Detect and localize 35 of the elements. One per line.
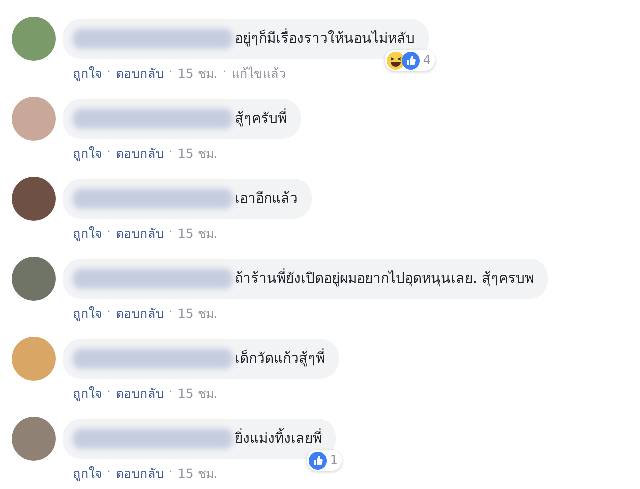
action-link[interactable]: ถูกใจ: [73, 384, 102, 404]
avatar[interactable]: [12, 177, 56, 221]
separator-dot: ·: [168, 384, 173, 401]
separator-dot: ·: [168, 224, 173, 241]
comment-text: สู้ๆครับพี่: [235, 110, 287, 127]
separator-dot: ·: [107, 384, 111, 401]
avatar[interactable]: [12, 417, 56, 461]
action-link[interactable]: ตอบกลับ: [116, 144, 164, 164]
avatar[interactable]: [12, 257, 56, 301]
action-link[interactable]: ตอบกลับ: [116, 464, 164, 484]
separator-dot: ·: [107, 144, 111, 161]
action-link[interactable]: ถูกใจ: [73, 64, 102, 84]
action-link[interactable]: ถูกใจ: [73, 304, 102, 324]
separator-dot: ·: [168, 304, 173, 321]
separator-dot: ·: [107, 64, 111, 81]
comment-text: เด็กวัดแก้วสู้ๆพี่: [235, 350, 325, 367]
comment-text: เอาอีกแล้ว: [235, 190, 298, 207]
separator-dot: ·: [107, 304, 111, 321]
separator-dot: ·: [107, 464, 111, 481]
action-link[interactable]: ถูกใจ: [73, 464, 102, 484]
comment-text: ถ้าร้านพี่ยังเปิดอยู่ผมอยากไปอุดหนุนเลย. สุ้ๆครบพ: [235, 270, 534, 287]
action-link[interactable]: ตอบกลับ: [116, 384, 164, 404]
separator-dot: ·: [168, 64, 173, 81]
separator-dot: ·: [168, 464, 173, 481]
action-link[interactable]: ตอบกลับ: [116, 224, 164, 244]
comment-text: ยิ่งแม่งทิ้งเลยพี่: [235, 430, 322, 447]
action-link[interactable]: ตอบกลับ: [116, 304, 164, 324]
action-link[interactable]: ถูกใจ: [73, 224, 102, 244]
separator-dot: ·: [222, 64, 227, 81]
avatar[interactable]: [12, 17, 56, 61]
action-link[interactable]: ถูกใจ: [73, 144, 102, 164]
separator-dot: ·: [107, 224, 111, 241]
separator-dot: ·: [168, 144, 173, 161]
comment-text: อยู่ๆก็มีเรื่องราวให้นอนไม่หลับ: [235, 30, 415, 47]
action-link[interactable]: ตอบกลับ: [116, 64, 164, 84]
